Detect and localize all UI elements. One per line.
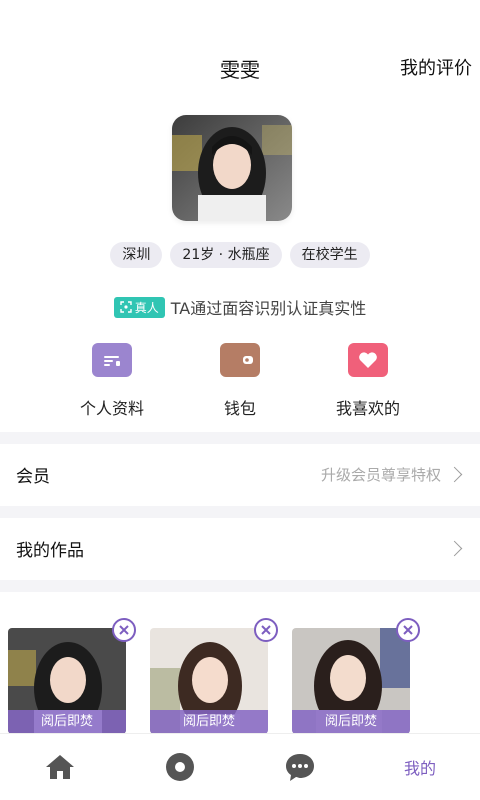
my-works-row[interactable]: 我的作品: [0, 520, 480, 576]
burn-after-reading-label: 阅后即焚: [8, 710, 126, 734]
profile-info-label: 个人资料: [79, 399, 144, 418]
home-icon: [46, 755, 74, 779]
wallet-icon: [220, 343, 260, 377]
favorites-button[interactable]: 我喜欢的: [308, 335, 428, 419]
wallet-button[interactable]: 钱包: [180, 335, 300, 419]
section-divider: [0, 506, 480, 518]
member-title: 会员: [16, 466, 50, 487]
close-icon[interactable]: [396, 618, 420, 642]
verification-line: 真人 TA通过面容识别认证真实性: [0, 295, 480, 319]
real-person-badge: 真人: [113, 296, 165, 318]
burn-after-reading-label: 阅后即焚: [150, 710, 268, 734]
id-card-icon: [92, 343, 132, 377]
age-tag: 21岁 · 水瓶座: [170, 242, 282, 268]
avatar-photo: [172, 115, 292, 221]
nav-mine-label: 我的: [403, 759, 436, 778]
works-gallery: 阅后即焚 阅后即焚 阅后即焚: [0, 616, 480, 734]
member-row[interactable]: 会员 升级会员尊享特权: [0, 446, 480, 502]
nav-messages[interactable]: [240, 734, 360, 800]
work-item[interactable]: 阅后即焚: [292, 628, 410, 734]
chat-icon: [286, 754, 314, 781]
section-divider: [0, 432, 480, 444]
my-works-title: 我的作品: [16, 540, 84, 561]
chevron-right-icon: [446, 466, 463, 482]
chevron-right-icon: [446, 540, 463, 556]
location-tag: 深圳: [110, 242, 163, 268]
my-reviews-link[interactable]: 我的评价: [400, 54, 472, 80]
nav-home[interactable]: [0, 734, 120, 800]
close-icon[interactable]: [112, 618, 136, 642]
quick-actions: 个人资料 钱包 我喜欢的: [0, 335, 480, 425]
favorites-label: 我喜欢的: [335, 399, 400, 418]
heart-icon: [348, 343, 388, 377]
work-item[interactable]: 阅后即焚: [150, 628, 268, 734]
circle-icon: [166, 753, 194, 781]
section-divider: [0, 580, 480, 592]
real-person-badge-label: 真人: [134, 300, 159, 315]
bottom-nav: 我的: [0, 733, 480, 800]
close-icon[interactable]: [254, 618, 278, 642]
profile-tags: 深圳 21岁 · 水瓶座 在校学生: [0, 242, 480, 268]
member-upgrade-hint: 升级会员尊享特权: [320, 465, 441, 484]
nav-discover[interactable]: [120, 734, 240, 800]
face-scan-icon: [120, 301, 132, 313]
nav-mine[interactable]: 我的: [360, 734, 480, 800]
verification-text: TA通过面容识别认证真实性: [170, 299, 367, 318]
burn-after-reading-label: 阅后即焚: [292, 710, 410, 734]
profile-info-button[interactable]: 个人资料: [52, 335, 172, 419]
wallet-label: 钱包: [223, 399, 256, 418]
avatar[interactable]: [172, 115, 292, 221]
work-item[interactable]: 阅后即焚: [8, 628, 126, 734]
occupation-tag: 在校学生: [289, 242, 370, 268]
